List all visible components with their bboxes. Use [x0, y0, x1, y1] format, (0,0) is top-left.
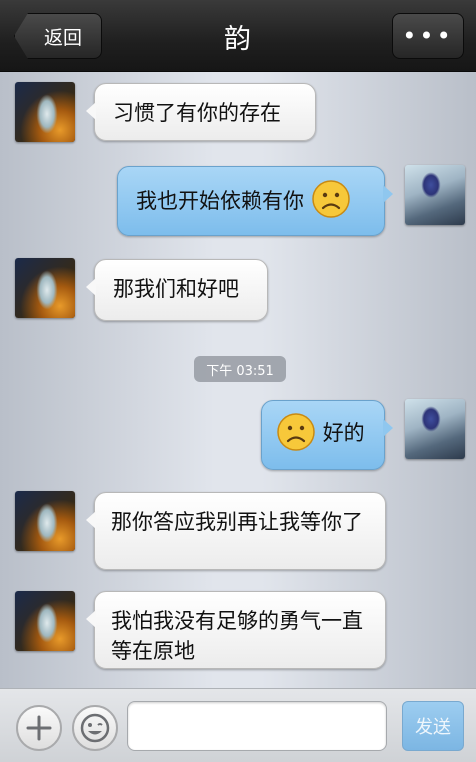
chat-area[interactable]: 习惯了有你的存在 我也开始依赖有你 那我们和好吧 下午 03:51 好的 那你答… — [0, 72, 476, 688]
send-button[interactable]: 发送 — [402, 701, 464, 751]
message-text: 我也开始依赖有你 — [136, 189, 304, 213]
more-icon: ••• — [402, 22, 454, 50]
contact-avatar[interactable] — [15, 591, 75, 651]
message-bubble-received[interactable]: 我怕我没有足够的勇气一直等在原地 — [86, 591, 386, 669]
message-input-bar: 发送 — [0, 688, 476, 762]
message-bubble-received[interactable]: 习惯了有你的存在 — [86, 83, 316, 141]
smiley-icon — [80, 713, 110, 743]
message-text: 好的 — [322, 421, 365, 445]
sad-face-icon — [277, 413, 315, 451]
contact-avatar[interactable] — [15, 82, 75, 142]
contact-avatar[interactable] — [15, 258, 75, 318]
message-text: 我怕我没有足够的勇气一直等在原地 — [111, 609, 363, 663]
send-button-label: 发送 — [415, 717, 451, 738]
my-avatar[interactable] — [405, 165, 465, 225]
message-input[interactable] — [127, 701, 387, 751]
sad-face-icon — [311, 180, 350, 218]
message-text: 那我们和好吧 — [113, 277, 239, 301]
top-navigation-bar: 返回 韵 ••• — [0, 0, 476, 72]
emoji-button[interactable] — [72, 705, 118, 751]
more-options-button[interactable]: ••• — [392, 13, 464, 59]
plus-icon — [26, 715, 52, 741]
message-bubble-sent[interactable]: 我也开始依赖有你 — [117, 166, 393, 236]
message-bubble-sent[interactable]: 好的 — [261, 400, 393, 470]
message-text: 习惯了有你的存在 — [113, 101, 281, 125]
contact-avatar[interactable] — [15, 491, 75, 551]
my-avatar[interactable] — [405, 399, 465, 459]
message-text: 那你答应我别再让我等你了 — [111, 510, 363, 534]
message-timestamp: 下午 03:51 — [194, 356, 286, 382]
message-bubble-received[interactable]: 那你答应我别再让我等你了 — [86, 492, 386, 570]
add-attachment-button[interactable] — [16, 705, 62, 751]
message-bubble-received[interactable]: 那我们和好吧 — [86, 259, 268, 321]
